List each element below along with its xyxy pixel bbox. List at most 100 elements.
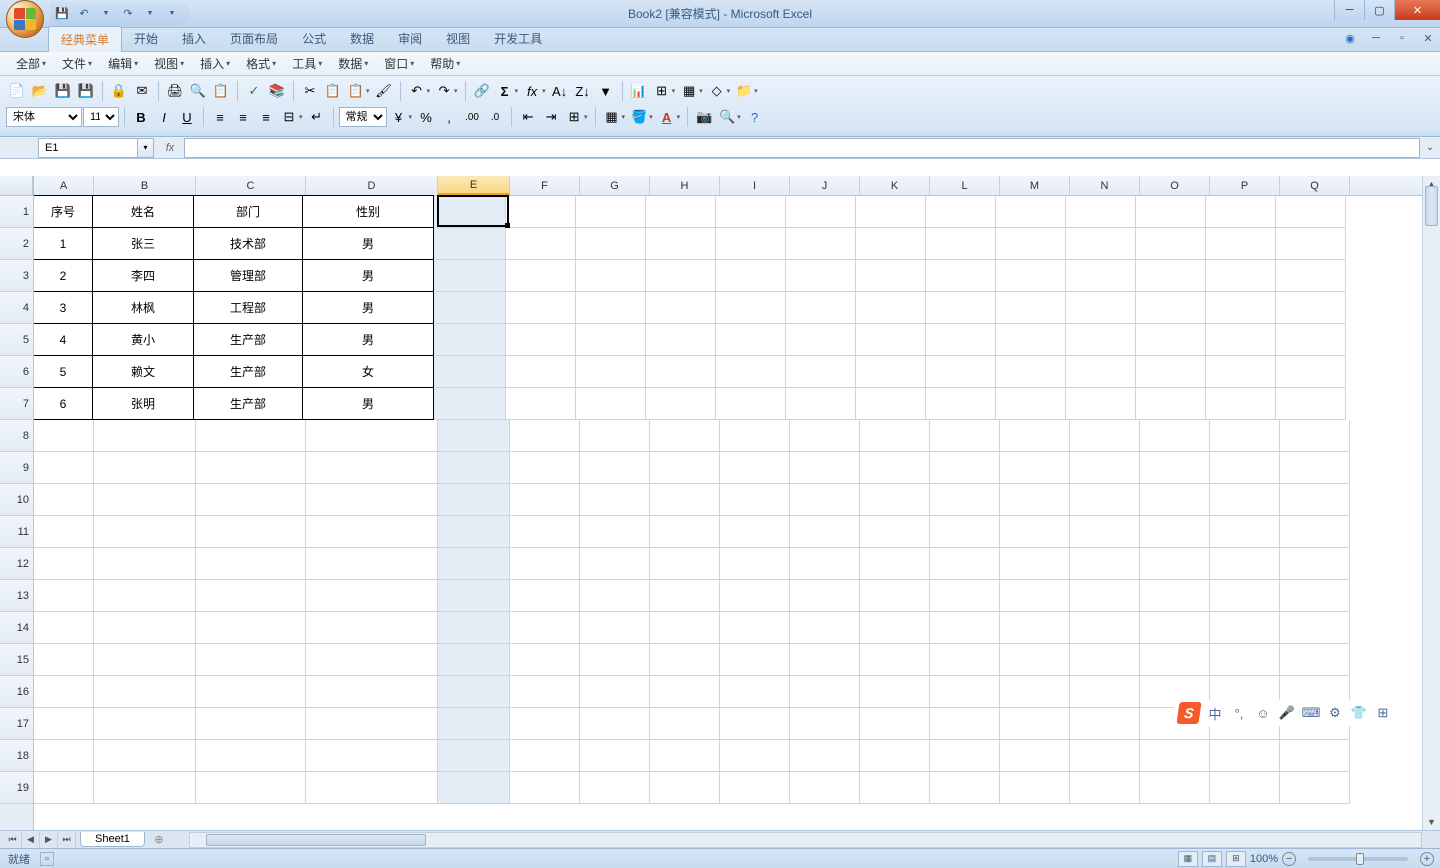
cell-L12[interactable] — [930, 548, 1000, 580]
cell-O19[interactable] — [1140, 772, 1210, 804]
tab-home[interactable]: 开始 — [122, 26, 170, 51]
cell-I7[interactable] — [716, 388, 786, 420]
cell-C17[interactable] — [196, 708, 306, 740]
help-icon[interactable]: ◉ — [1342, 30, 1358, 46]
cell-K12[interactable] — [860, 548, 930, 580]
col-header-O[interactable]: O — [1140, 176, 1210, 195]
cell-L14[interactable] — [930, 612, 1000, 644]
cell-N8[interactable] — [1070, 420, 1140, 452]
cell-B6[interactable]: 赖文 — [92, 355, 194, 388]
cell-O9[interactable] — [1140, 452, 1210, 484]
cell-C8[interactable] — [196, 420, 306, 452]
cell-E15[interactable] — [438, 644, 510, 676]
cell-H12[interactable] — [650, 548, 720, 580]
menu-insert[interactable]: 插入▾ — [192, 53, 238, 74]
cell-H17[interactable] — [650, 708, 720, 740]
cell-J10[interactable] — [790, 484, 860, 516]
cell-Q10[interactable] — [1280, 484, 1350, 516]
cell-P8[interactable] — [1210, 420, 1280, 452]
cell-Q5[interactable] — [1276, 324, 1346, 356]
row-header-9[interactable]: 9 — [0, 452, 33, 484]
currency-icon[interactable]: ¥ — [388, 106, 410, 128]
email-icon[interactable]: ✉ — [131, 80, 153, 102]
cell-O13[interactable] — [1140, 580, 1210, 612]
page-setup-icon[interactable]: 📋 — [210, 80, 232, 102]
ime-lang[interactable]: 中 — [1206, 704, 1224, 722]
cell-O11[interactable] — [1140, 516, 1210, 548]
cell-J4[interactable] — [786, 292, 856, 324]
row-header-4[interactable]: 4 — [0, 292, 33, 324]
cell-Q6[interactable] — [1276, 356, 1346, 388]
cell-F3[interactable] — [506, 260, 576, 292]
cell-N17[interactable] — [1070, 708, 1140, 740]
sort-desc-icon[interactable]: Z↓ — [572, 80, 594, 102]
cell-A18[interactable] — [34, 740, 94, 772]
cell-K3[interactable] — [856, 260, 926, 292]
cell-I10[interactable] — [720, 484, 790, 516]
cell-D12[interactable] — [306, 548, 438, 580]
cell-I15[interactable] — [720, 644, 790, 676]
cell-A11[interactable] — [34, 516, 94, 548]
redo-dropdown-icon[interactable]: ▼ — [142, 6, 158, 22]
cell-D8[interactable] — [306, 420, 438, 452]
tab-view[interactable]: 视图 — [434, 26, 482, 51]
cut-icon[interactable]: ✂ — [299, 80, 321, 102]
cell-C18[interactable] — [196, 740, 306, 772]
font-color-icon[interactable]: A — [656, 106, 678, 128]
cell-B15[interactable] — [94, 644, 196, 676]
cell-E13[interactable] — [438, 580, 510, 612]
cell-C11[interactable] — [196, 516, 306, 548]
increase-decimal-icon[interactable]: .00 — [461, 106, 483, 128]
cell-J13[interactable] — [790, 580, 860, 612]
cell-M11[interactable] — [1000, 516, 1070, 548]
research-icon[interactable]: 📚 — [266, 80, 288, 102]
row-header-19[interactable]: 19 — [0, 772, 33, 804]
cell-D10[interactable] — [306, 484, 438, 516]
cell-Q2[interactable] — [1276, 228, 1346, 260]
cell-G7[interactable] — [576, 388, 646, 420]
cell-I16[interactable] — [720, 676, 790, 708]
save-all-icon[interactable]: 💾 — [75, 80, 97, 102]
cell-B2[interactable]: 张三 — [92, 227, 194, 260]
cell-I19[interactable] — [720, 772, 790, 804]
comma-icon[interactable]: , — [438, 106, 460, 128]
ime-toolbox-icon[interactable]: ⊞ — [1374, 704, 1392, 722]
cell-D6[interactable]: 女 — [302, 355, 434, 388]
tab-data[interactable]: 数据 — [338, 26, 386, 51]
cell-B7[interactable]: 张明 — [92, 387, 194, 420]
undo-icon[interactable]: ↶ — [76, 6, 92, 22]
increase-indent-icon[interactable]: ⇥ — [540, 106, 562, 128]
cell-E8[interactable] — [438, 420, 510, 452]
cell-K14[interactable] — [860, 612, 930, 644]
row-header-17[interactable]: 17 — [0, 708, 33, 740]
ribbon-close-icon[interactable]: ✕ — [1420, 30, 1436, 46]
cell-D2[interactable]: 男 — [302, 227, 434, 260]
cell-P19[interactable] — [1210, 772, 1280, 804]
cell-C9[interactable] — [196, 452, 306, 484]
cell-M2[interactable] — [996, 228, 1066, 260]
cell-M10[interactable] — [1000, 484, 1070, 516]
cell-D11[interactable] — [306, 516, 438, 548]
cell-G3[interactable] — [576, 260, 646, 292]
cell-E3[interactable] — [434, 260, 506, 292]
cell-F8[interactable] — [510, 420, 580, 452]
cell-N4[interactable] — [1066, 292, 1136, 324]
cell-F19[interactable] — [510, 772, 580, 804]
cell-E1[interactable] — [434, 196, 506, 228]
cell-I11[interactable] — [720, 516, 790, 548]
cell-B19[interactable] — [94, 772, 196, 804]
undo-dropdown-icon[interactable]: ▼ — [98, 6, 114, 22]
print-icon[interactable]: 🖨 — [164, 80, 186, 102]
menu-edit[interactable]: 编辑▾ — [100, 53, 146, 74]
redo-icon[interactable]: ↷ — [120, 6, 136, 22]
save-icon[interactable]: 💾 — [54, 6, 70, 22]
cell-O12[interactable] — [1140, 548, 1210, 580]
permission-icon[interactable]: 🔒 — [108, 80, 130, 102]
cell-E6[interactable] — [434, 356, 506, 388]
row-header-16[interactable]: 16 — [0, 676, 33, 708]
cell-A12[interactable] — [34, 548, 94, 580]
ime-gear-icon[interactable]: ⚙ — [1326, 704, 1344, 722]
cell-E18[interactable] — [438, 740, 510, 772]
undo-icon[interactable]: ↶ — [406, 80, 428, 102]
col-header-Q[interactable]: Q — [1280, 176, 1350, 195]
